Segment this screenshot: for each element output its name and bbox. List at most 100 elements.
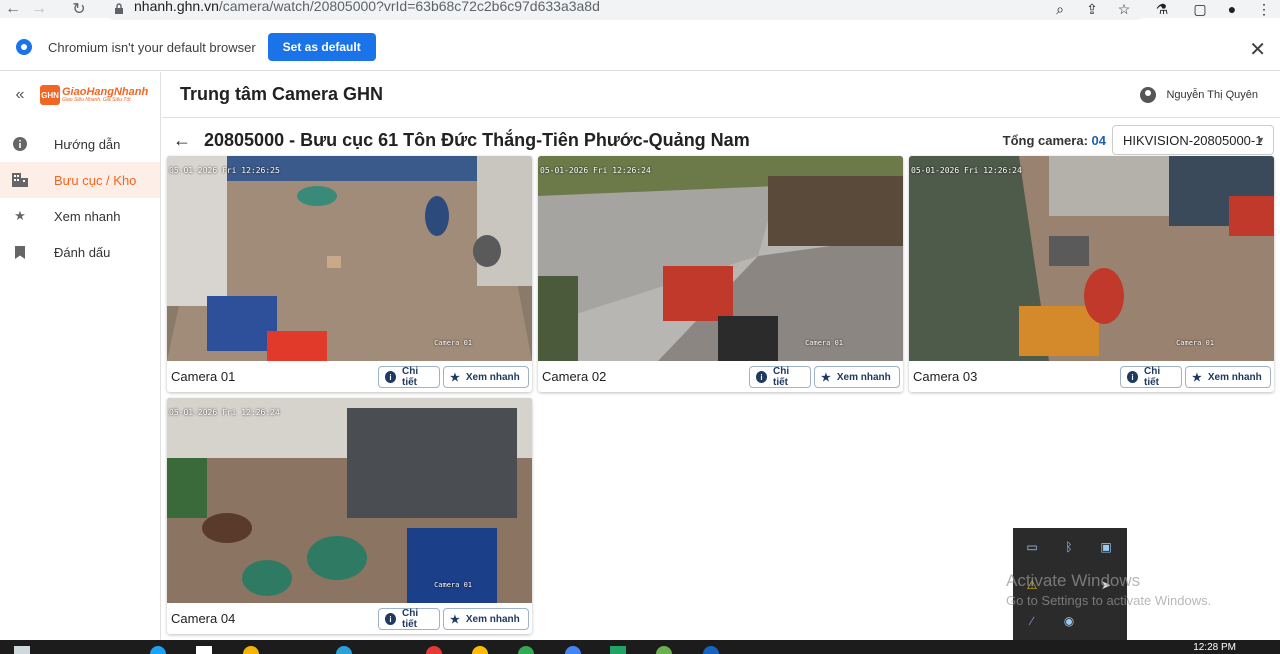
camera-feed[interactable]: 05-01-2026 Fri 12:26:24 Camera 01: [538, 156, 903, 361]
reload-icon[interactable]: ↻: [66, 0, 92, 18]
lock-icon: [114, 2, 124, 14]
user-name: Nguyễn Thị Quyên: [1166, 88, 1258, 101]
side-panel-icon[interactable]: ▢: [1184, 0, 1216, 18]
logo-mark: GHN: [40, 85, 60, 105]
bookmark-star-icon[interactable]: ☆: [1108, 0, 1140, 18]
activation-title: Activate Windows: [1006, 571, 1141, 590]
star-icon: ★: [450, 613, 460, 626]
info-icon: i: [1127, 371, 1138, 383]
folder-icon[interactable]: [243, 646, 259, 654]
star-icon: ★: [1192, 371, 1202, 384]
profile-icon[interactable]: ●: [1216, 0, 1248, 18]
sidebar-item-label: Hướng dẫn: [54, 136, 121, 152]
start-icon[interactable]: [14, 646, 30, 654]
quick-view-button[interactable]: ★ Xem nhanh: [443, 366, 529, 388]
browser-toolbar: ← → ↻ nhanh.ghn.vn/camera/watch/20805000…: [0, 0, 1280, 20]
camera-card: 05-01-2026 Fri 12:26:25 Camera 01 Camera…: [167, 156, 532, 392]
browser-actions: ⌕ ⇪ ☆ ⚗ ▢ ● ⋮: [1044, 0, 1280, 18]
taskbar-app-icon[interactable]: [656, 646, 672, 654]
back-arrow-icon[interactable]: ←: [0, 0, 26, 18]
detail-label: Chi tiết: [401, 366, 419, 388]
user-icon: [1140, 86, 1157, 103]
collapse-icon[interactable]: «: [0, 86, 40, 104]
camera-feed[interactable]: 05-01-2026 Fri 12:26:24 Camera 01: [167, 398, 532, 603]
logo-tagline: Giao Siêu Nhanh, Giá Siêu Tốt: [62, 97, 131, 103]
camera-feed[interactable]: 05-01-2026 Fri 12:26:24 Camera 01: [909, 156, 1274, 361]
taskbar-app-icon[interactable]: [336, 646, 352, 654]
detail-button[interactable]: i Chi tiết: [378, 366, 440, 388]
camera-footer: Camera 02 i Chi tiết ★ Xem nhanh: [538, 361, 903, 392]
camera-name: Camera 03: [913, 369, 978, 384]
quick-view-label: Xem nhanh: [836, 371, 891, 383]
detail-button[interactable]: i Chi tiết: [1120, 366, 1182, 388]
back-button[interactable]: ←: [168, 126, 196, 154]
camera-card: 05-01-2026 Fri 12:26:24 Camera 01 Camera…: [909, 156, 1274, 392]
camera-count-label: Tổng camera:: [1002, 132, 1088, 148]
taskbar-app-icon[interactable]: [426, 646, 442, 654]
bluetooth-icon[interactable]: ᛒ: [1061, 540, 1077, 554]
camera-feed[interactable]: 05-01-2026 Fri 12:26:25 Camera 01: [167, 156, 532, 361]
taskbar-clock[interactable]: 12:28 PM: [1193, 642, 1236, 653]
taskbar-app-icon[interactable]: [703, 646, 719, 654]
quick-view-label: Xem nhanh: [465, 371, 520, 383]
quick-view-button[interactable]: ★ Xem nhanh: [814, 366, 900, 388]
camera-overlay-label: Camera 01: [434, 581, 472, 589]
camera-footer: Camera 01 i Chi tiết ★ Xem nhanh: [167, 361, 532, 392]
detail-label: Chi tiết: [772, 366, 790, 388]
info-icon: i: [756, 371, 767, 383]
sidebar-item-huong-dan[interactable]: Hướng dẫn: [0, 126, 160, 162]
camera-footer: Camera 03 i Chi tiết ★ Xem nhanh: [909, 361, 1274, 392]
chrome-icon[interactable]: [472, 646, 488, 654]
sidebar-item-buu-cuc-kho[interactable]: Bưu cục / Kho: [0, 162, 160, 198]
extension-icon[interactable]: ⚗: [1140, 0, 1184, 18]
quick-view-label: Xem nhanh: [1207, 371, 1262, 383]
device-select[interactable]: HIKVISION-20805000-1 ▼: [1112, 125, 1274, 155]
device-select-value: HIKVISION-20805000-1: [1123, 132, 1263, 148]
set-default-button[interactable]: Set as default: [267, 33, 376, 61]
sidebar-item-xem-nhanh[interactable]: ★ Xem nhanh: [0, 198, 160, 234]
user-menu[interactable]: Nguyễn Thị Quyên: [1140, 86, 1258, 103]
activation-watermark: Activate Windows Go to Settings to activ…: [1006, 571, 1211, 608]
office-title: 20805000 - Bưu cục 61 Tôn Đức Thắng-Tiên…: [204, 129, 750, 150]
sidebar-item-label: Bưu cục / Kho: [54, 172, 137, 188]
url-host: nhanh.ghn.vn: [134, 0, 219, 14]
page-title: Trung tâm Camera GHN: [180, 84, 384, 104]
menu-icon[interactable]: ⋮: [1248, 0, 1280, 18]
forward-arrow-icon[interactable]: →: [26, 0, 52, 18]
star-icon: ★: [450, 371, 460, 384]
taskbar-app-icon[interactable]: [565, 646, 581, 654]
camera-timestamp: 05-01-2026 Fri 12:26:24: [540, 166, 651, 175]
camera-timestamp: 05-01-2026 Fri 12:26:25: [169, 166, 280, 175]
camera-card: 05-01-2026 Fri 12:26:24 Camera 01 Camera…: [538, 156, 903, 392]
detail-button[interactable]: i Chi tiết: [749, 366, 811, 388]
camera-overlay-label: Camera 01: [434, 339, 472, 347]
share-icon[interactable]: ⇪: [1076, 0, 1108, 18]
taskbar: 12:28 PM: [0, 640, 1280, 654]
detail-button[interactable]: i Chi tiết: [378, 608, 440, 630]
quick-view-button[interactable]: ★ Xem nhanh: [443, 608, 529, 630]
pen-icon[interactable]: ∕: [1024, 614, 1040, 628]
network-icon[interactable]: ▭: [1024, 540, 1040, 554]
sidebar-item-danh-dau[interactable]: Đánh dấu: [0, 234, 160, 270]
excel-icon[interactable]: [610, 646, 626, 654]
address-bar[interactable]: nhanh.ghn.vn/camera/watch/20805000?vrId=…: [102, 0, 1150, 20]
ghn-logo[interactable]: GHN GiaoHangNhanh Giao Siêu Nhanh, Giá S…: [40, 85, 148, 105]
zalo-icon[interactable]: ◉: [1061, 614, 1077, 628]
star-icon: ★: [821, 371, 831, 384]
sidebar: « GHN GiaoHangNhanh Giao Siêu Nhanh, Giá…: [0, 72, 161, 640]
info-icon: [0, 137, 40, 151]
camera-card: 05-01-2026 Fri 12:26:24 Camera 01 Camera…: [167, 398, 532, 634]
quick-view-label: Xem nhanh: [465, 613, 520, 625]
app-tray-icon[interactable]: ▣: [1098, 540, 1114, 554]
zoom-icon[interactable]: ⌕: [1044, 0, 1076, 18]
close-icon[interactable]: ✕: [1249, 37, 1266, 62]
taskbar-app-icon[interactable]: [196, 646, 212, 654]
taskbar-app-icon[interactable]: [150, 646, 166, 654]
camera-timestamp: 05-01-2026 Fri 12:26:24: [169, 408, 280, 417]
info-icon: i: [385, 613, 396, 625]
infobar-message: Chromium isn't your default browser: [48, 39, 256, 55]
sidebar-item-label: Đánh dấu: [54, 244, 111, 260]
quick-view-button[interactable]: ★ Xem nhanh: [1185, 366, 1271, 388]
star-icon: ★: [14, 208, 26, 223]
taskbar-app-icon[interactable]: [518, 646, 534, 654]
